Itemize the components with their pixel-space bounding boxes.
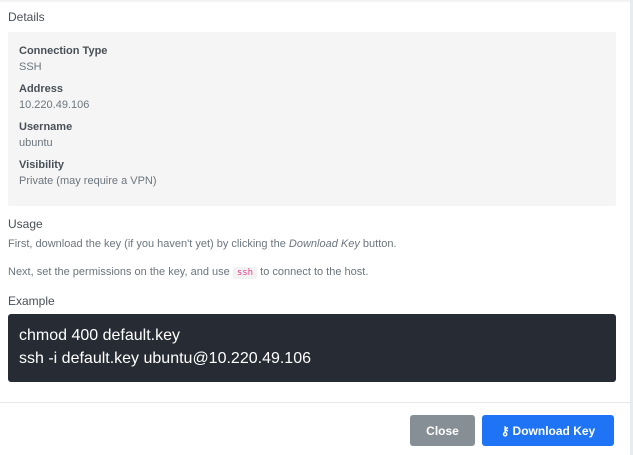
top-shadow xyxy=(0,0,630,3)
code-line: chmod 400 default.key xyxy=(19,327,180,344)
download-key-label: Download Key xyxy=(512,423,596,438)
usage-line-1-emphasis: Download Key xyxy=(288,238,360,250)
connection-details-modal: Details Connection Type SSH Address 10.2… xyxy=(0,0,633,455)
field-connection-type: Connection Type SSH xyxy=(19,44,107,74)
usage-line-2-end: to connect to the host. xyxy=(257,266,369,278)
field-username: Username ubuntu xyxy=(19,120,72,150)
usage-line-1-end: button. xyxy=(359,238,397,250)
inline-code-ssh: ssh xyxy=(232,267,258,279)
download-key-button[interactable]: ⚷ Download Key xyxy=(482,415,614,446)
usage-title: Usage xyxy=(8,217,43,231)
details-title: Details xyxy=(8,10,45,24)
usage-line-2-text: Next, set the permissions on the key, an… xyxy=(8,266,233,278)
usage-line-1: First, download the key (if you haven't … xyxy=(8,238,397,250)
field-value: ubuntu xyxy=(19,137,53,149)
code-line: ssh -i default.key ubuntu@10.220.49.106 xyxy=(19,350,311,367)
details-panel: Connection Type SSH Address 10.220.49.10… xyxy=(8,32,616,206)
footer-divider xyxy=(0,402,630,403)
key-icon: ⚷ xyxy=(500,423,510,438)
close-button[interactable]: Close xyxy=(410,415,475,446)
field-label: Connection Type xyxy=(19,45,108,57)
field-value: Private (may require a VPN) xyxy=(19,175,157,187)
field-visibility: Visibility Private (may require a VPN) xyxy=(19,158,157,188)
field-label: Username xyxy=(19,121,73,133)
usage-line-1-text: First, download the key (if you haven't … xyxy=(8,238,289,250)
usage-line-2: Next, set the permissions on the key, an… xyxy=(8,266,369,279)
example-code-block[interactable]: chmod 400 default.key ssh -i default.key… xyxy=(8,314,616,382)
field-value: 10.220.49.106 xyxy=(19,99,90,111)
field-label: Address xyxy=(19,83,64,95)
example-title: Example xyxy=(8,294,55,308)
field-address: Address 10.220.49.106 xyxy=(19,82,89,112)
field-label: Visibility xyxy=(19,159,65,171)
field-value: SSH xyxy=(19,61,42,73)
